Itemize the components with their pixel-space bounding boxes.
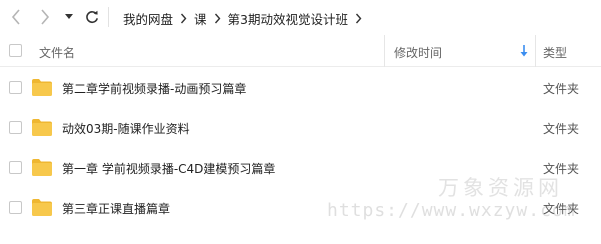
toolbar-divider: [108, 7, 109, 27]
caret-down-icon: [65, 14, 73, 19]
row-checkbox[interactable]: [9, 121, 22, 134]
row-checkbox[interactable]: [9, 81, 22, 94]
refresh-button[interactable]: [83, 8, 101, 26]
file-type: 文件夹: [543, 122, 580, 136]
breadcrumb: 我的网盘 课 第3期动效视觉设计班: [123, 9, 369, 28]
column-resize-handle[interactable]: [535, 35, 536, 67]
file-name[interactable]: 第一章 学前视频录播-C4D建模预习篇章: [62, 160, 275, 177]
chevron-right-icon: [355, 13, 362, 24]
file-type: 文件夹: [543, 82, 580, 96]
file-row[interactable]: 第二章学前视频录播-动画预习篇章 文件夹: [0, 68, 601, 108]
forward-button[interactable]: [36, 8, 54, 26]
chevron-right-icon: [180, 13, 187, 24]
back-button[interactable]: [7, 8, 25, 26]
history-dropdown-button[interactable]: [62, 8, 76, 26]
watermark-title: 万象资源网: [438, 176, 563, 200]
column-header-modified[interactable]: 修改时间: [394, 44, 442, 61]
toolbar: 我的网盘 课 第3期动效视觉设计班: [0, 0, 601, 34]
column-resize-handle[interactable]: [384, 35, 385, 67]
folder-icon: [32, 79, 52, 96]
select-all-checkbox[interactable]: [9, 44, 22, 57]
file-name[interactable]: 动效03期-随课作业资料: [62, 120, 190, 137]
column-header-type[interactable]: 类型: [543, 44, 567, 61]
folder-icon: [32, 199, 52, 216]
file-name[interactable]: 第三章正课直播篇章: [62, 200, 170, 217]
folder-icon: [32, 119, 52, 136]
file-row[interactable]: 动效03期-随课作业资料 文件夹: [0, 108, 601, 148]
refresh-icon: [86, 10, 98, 24]
sort-down-arrow-icon: [520, 45, 528, 57]
chevron-right-icon: [214, 13, 221, 24]
chevron-left-icon: [11, 9, 20, 25]
file-list-header: 文件名 修改时间 类型: [0, 35, 601, 67]
breadcrumb-item-home[interactable]: 我的网盘: [123, 9, 173, 28]
row-checkbox[interactable]: [9, 201, 22, 214]
watermark-url: https://www.wxzyw.com: [327, 200, 576, 221]
breadcrumb-item-current[interactable]: 第3期动效视觉设计班: [228, 9, 348, 28]
file-name[interactable]: 第二章学前视频录播-动画预习篇章: [62, 80, 246, 97]
folder-icon: [32, 159, 52, 176]
column-header-name[interactable]: 文件名: [39, 44, 75, 61]
breadcrumb-item-folder[interactable]: 课: [194, 9, 207, 28]
row-checkbox[interactable]: [9, 161, 22, 174]
chevron-right-icon: [41, 9, 50, 25]
